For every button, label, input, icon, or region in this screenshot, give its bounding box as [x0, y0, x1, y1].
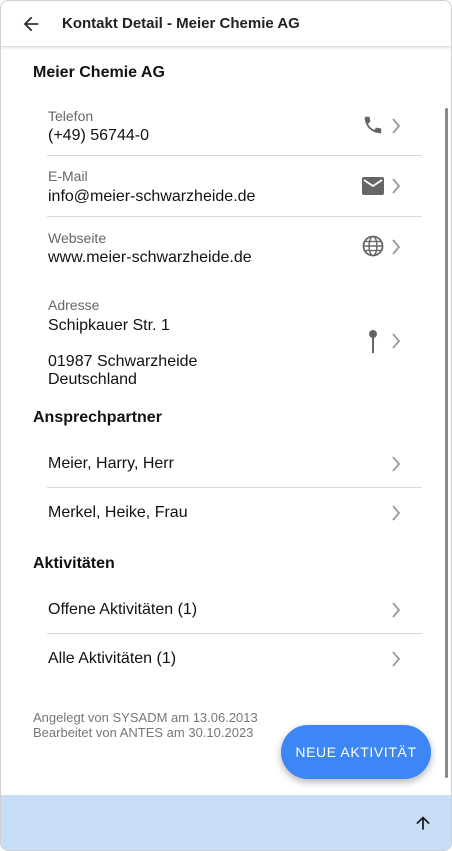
email-label: E-Mail	[48, 168, 88, 184]
chevron-right-icon	[390, 602, 402, 618]
chevron-right-icon	[390, 505, 402, 521]
map-pin-icon	[361, 329, 385, 353]
contact-item[interactable]: Merkel, Heike, Frau	[47, 488, 422, 537]
website-row[interactable]: Webseite www.meier-schwarzheide.de	[47, 217, 422, 279]
arrow-left-icon	[23, 16, 39, 31]
detail-content[interactable]: Meier Chemie AG Telefon (+49) 56744-0 E-…	[1, 48, 451, 793]
activity-item[interactable]: Offene Aktivitäten (1)	[47, 585, 422, 634]
address-country: Deutschland	[48, 371, 137, 388]
website-value: www.meier-schwarzheide.de	[48, 249, 252, 266]
email-row[interactable]: E-Mail info@meier-schwarzheide.de	[47, 156, 422, 217]
activity-item[interactable]: Alle Aktivitäten (1)	[47, 634, 422, 683]
arrow-up-icon	[416, 816, 430, 830]
chevron-right-icon	[390, 333, 402, 349]
contact-item[interactable]: Meier, Harry, Herr	[47, 439, 422, 488]
contacts-section-title: Ansprechpartner	[33, 409, 162, 426]
scrollbar[interactable]	[445, 108, 448, 778]
bottom-bar	[1, 795, 451, 850]
phone-icon	[361, 113, 385, 137]
activity-item-label: Offene Aktivitäten (1)	[48, 601, 198, 618]
activities-section-title: Aktivitäten	[33, 555, 115, 572]
mail-icon	[361, 174, 385, 198]
address-city: 01987 Schwarzheide	[48, 353, 198, 370]
back-button[interactable]	[9, 2, 53, 46]
created-info: Angelegt von SYSADM am 13.06.2013	[33, 710, 258, 725]
page-title: Kontakt Detail - Meier Chemie AG	[62, 15, 300, 32]
address-row[interactable]: Adresse Schipkauer Str. 1 01987 Schwarzh…	[47, 294, 422, 394]
scroll-top-button[interactable]	[409, 809, 437, 837]
phone-label: Telefon	[48, 108, 94, 124]
edited-info: Bearbeitet von ANTES am 30.10.2023	[33, 725, 254, 740]
phone-row[interactable]: Telefon (+49) 56744-0	[47, 98, 422, 156]
contact-item-label: Meier, Harry, Herr	[48, 455, 174, 472]
app-window: Kontakt Detail - Meier Chemie AG Meier C…	[0, 0, 452, 851]
chevron-right-icon	[390, 651, 402, 667]
contact-item-label: Merkel, Heike, Frau	[48, 504, 188, 521]
email-value: info@meier-schwarzheide.de	[48, 188, 256, 205]
new-activity-button[interactable]: NEUE AKTIVITÄT	[281, 725, 431, 779]
address-label: Adresse	[48, 297, 100, 313]
chevron-right-icon	[390, 239, 402, 255]
chevron-right-icon	[390, 178, 402, 194]
chevron-right-icon	[390, 118, 402, 134]
address-street: Schipkauer Str. 1	[48, 317, 170, 334]
company-name: Meier Chemie AG	[33, 64, 165, 81]
activity-item-label: Alle Aktivitäten (1)	[48, 650, 177, 667]
globe-icon	[361, 234, 385, 258]
record-meta: Angelegt von SYSADM am 13.06.2013 Bearbe…	[33, 710, 258, 740]
phone-value: (+49) 56744-0	[48, 127, 149, 144]
website-label: Webseite	[48, 230, 107, 246]
chevron-right-icon	[390, 456, 402, 472]
app-header: Kontakt Detail - Meier Chemie AG	[1, 1, 451, 47]
